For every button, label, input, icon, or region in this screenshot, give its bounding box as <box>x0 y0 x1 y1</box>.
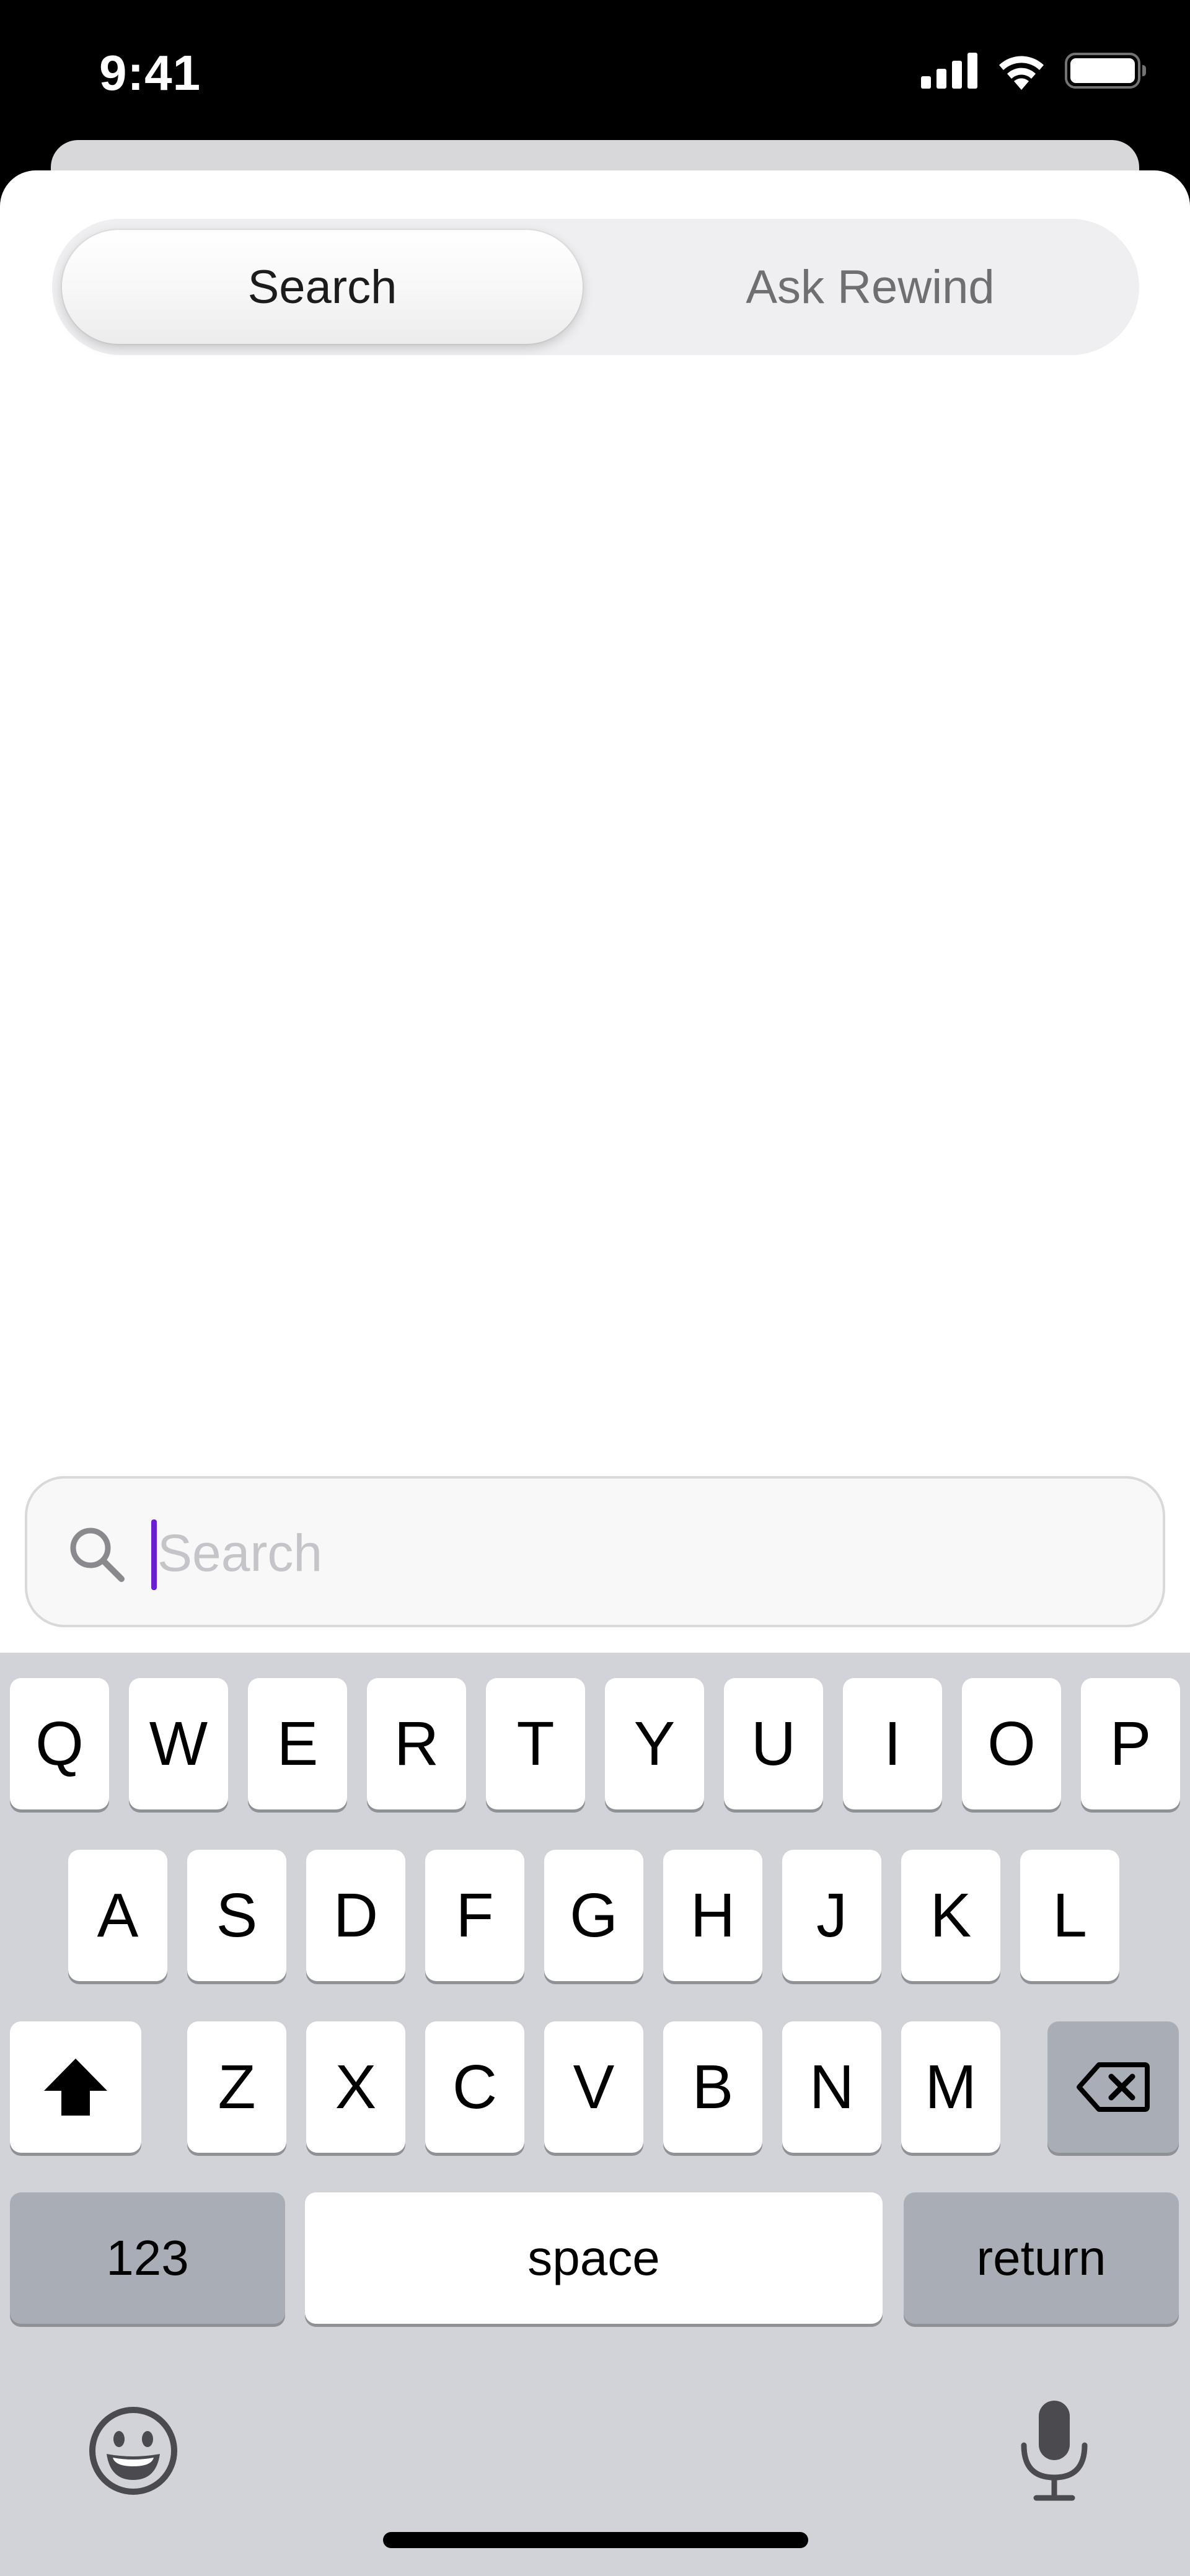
segment-search[interactable]: Search <box>62 230 583 344</box>
microphone-icon[interactable] <box>1015 2397 1093 2502</box>
key-b[interactable]: B <box>663 2021 762 2153</box>
key-n[interactable]: N <box>782 2021 881 2153</box>
key-e[interactable]: E <box>248 1678 347 1809</box>
backspace-icon <box>1077 2062 1150 2112</box>
key-q[interactable]: Q <box>10 1678 109 1809</box>
delete-key[interactable] <box>1047 2021 1179 2153</box>
key-y[interactable]: Y <box>605 1678 704 1809</box>
key-m[interactable]: M <box>901 2021 1000 2153</box>
mode-segmented-control: Search Ask Rewind <box>52 219 1139 355</box>
numbers-key[interactable]: 123 <box>10 2192 285 2324</box>
key-w[interactable]: W <box>129 1678 228 1809</box>
return-key[interactable]: return <box>904 2192 1179 2324</box>
key-p[interactable]: P <box>1081 1678 1180 1809</box>
search-sheet <box>0 170 1190 1658</box>
key-i[interactable]: I <box>843 1678 942 1809</box>
search-field[interactable] <box>25 1476 1165 1627</box>
key-c[interactable]: C <box>425 2021 524 2153</box>
space-key[interactable]: space <box>305 2192 883 2324</box>
key-r[interactable]: R <box>367 1678 466 1809</box>
key-g[interactable]: G <box>544 1850 643 1981</box>
search-input[interactable] <box>157 1503 1124 1602</box>
key-f[interactable]: F <box>425 1850 524 1981</box>
wifi-icon <box>999 56 1044 90</box>
key-x[interactable]: X <box>306 2021 405 2153</box>
search-icon <box>70 1528 125 1582</box>
status-bar: 9:41 <box>0 0 1190 143</box>
key-h[interactable]: H <box>663 1850 762 1981</box>
key-o[interactable]: O <box>962 1678 1061 1809</box>
key-l[interactable]: L <box>1020 1850 1119 1981</box>
signal-icon <box>921 53 977 89</box>
status-time: 9:41 <box>99 45 201 100</box>
battery-icon <box>1065 53 1146 89</box>
key-u[interactable]: U <box>724 1678 823 1809</box>
key-d[interactable]: D <box>306 1850 405 1981</box>
key-t[interactable]: T <box>486 1678 585 1809</box>
key-z[interactable]: Z <box>187 2021 286 2153</box>
shift-arrow-icon <box>44 2059 107 2116</box>
segment-ask-rewind[interactable]: Ask Rewind <box>610 230 1130 344</box>
shift-key[interactable] <box>10 2021 141 2153</box>
key-k[interactable]: K <box>901 1850 1000 1981</box>
key-v[interactable]: V <box>544 2021 643 2153</box>
home-indicator <box>383 2532 808 2548</box>
emoji-icon[interactable] <box>87 2404 180 2497</box>
text-caret <box>151 1519 157 1590</box>
key-j[interactable]: J <box>782 1850 881 1981</box>
key-a[interactable]: A <box>68 1850 167 1981</box>
key-s[interactable]: S <box>187 1850 286 1981</box>
status-icons <box>921 52 1147 90</box>
